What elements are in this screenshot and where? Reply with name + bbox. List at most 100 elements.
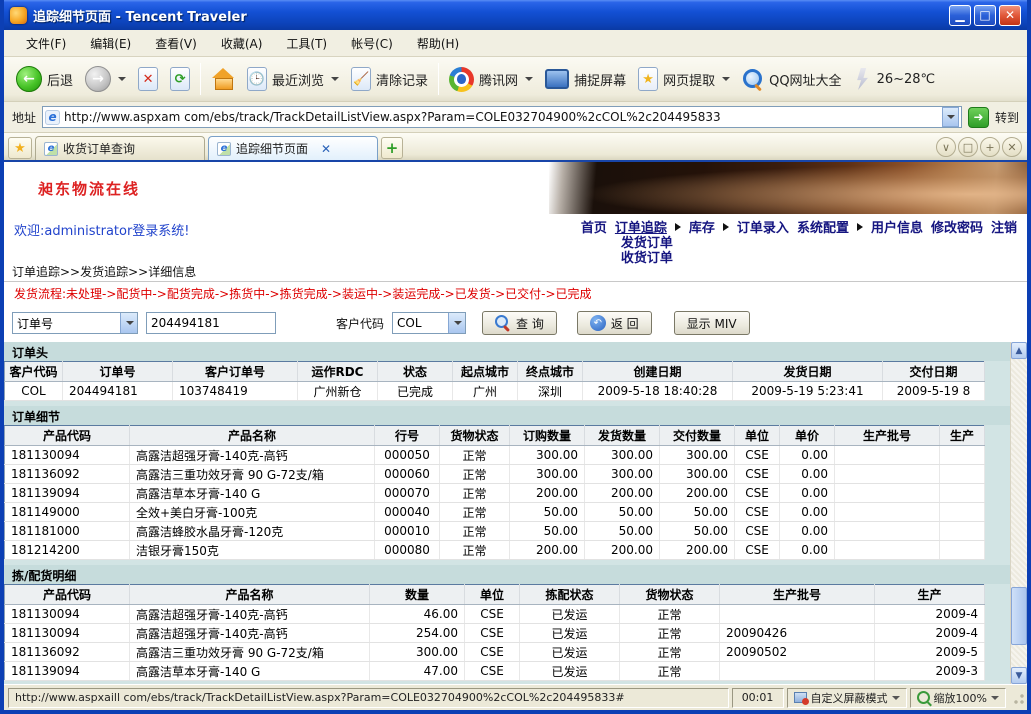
close-button[interactable]: ✕ xyxy=(999,5,1021,26)
tab-list-button[interactable]: ∨ xyxy=(936,137,956,157)
menu-tools[interactable]: 工具(T) xyxy=(274,31,339,56)
pin-button[interactable]: + xyxy=(980,137,1000,157)
app-icon xyxy=(10,7,27,24)
maximize-button[interactable]: □ xyxy=(974,5,996,26)
nav-order-track[interactable]: 订单追踪 xyxy=(615,217,667,236)
search-magnifier-icon xyxy=(742,68,764,90)
forward-button[interactable]: → xyxy=(79,62,132,96)
home-button[interactable] xyxy=(205,64,241,94)
column-header: 产品代码 xyxy=(5,585,130,605)
table-cell xyxy=(940,465,985,484)
menu-edit[interactable]: 编辑(E) xyxy=(78,31,143,56)
tab-label: 收货订单查询 xyxy=(63,140,135,157)
chevron-down-icon[interactable] xyxy=(991,696,999,700)
close-page-button[interactable]: ✕ xyxy=(1002,137,1022,157)
address-input[interactable] xyxy=(64,110,942,124)
go-label: 转到 xyxy=(995,109,1019,126)
nav-change-password[interactable]: 修改密码 xyxy=(931,217,983,236)
nav-system-config[interactable]: 系统配置 xyxy=(797,217,849,236)
menu-view[interactable]: 查看(V) xyxy=(143,31,209,56)
customer-code-select[interactable]: COL xyxy=(392,312,466,334)
order-number-input[interactable] xyxy=(146,312,276,334)
zoom-control[interactable]: 缩放100% xyxy=(910,688,1006,708)
capture-screen-button[interactable]: 捕捉屏幕 xyxy=(539,65,632,93)
extract-dropdown-icon[interactable] xyxy=(722,77,730,81)
qq-site-button[interactable]: 腾讯网 xyxy=(443,63,539,96)
menu-file[interactable]: 文件(F) xyxy=(14,31,78,56)
column-header: 单价 xyxy=(780,426,835,446)
table-cell: 高露洁超强牙膏-140克-高钙 xyxy=(130,446,375,465)
menu-account[interactable]: 帐号(C) xyxy=(339,31,405,56)
nav-logout[interactable]: 注销 xyxy=(991,217,1017,236)
tab-receive-order-query[interactable]: e 收货订单查询 xyxy=(35,136,205,160)
status-bar: http://www.aspxaill com/ebs/track/TrackD… xyxy=(4,684,1027,710)
column-header: 状态 xyxy=(378,362,453,382)
refresh-button[interactable]: ⟳ xyxy=(164,63,196,95)
table-cell: 全效+美白牙膏-100克 xyxy=(130,503,375,522)
vertical-scrollbar[interactable]: ▲ ▼ xyxy=(1010,342,1027,684)
menu-favorites[interactable]: 收藏(A) xyxy=(209,31,275,56)
order-type-select[interactable]: 订单号 xyxy=(12,312,138,334)
minimize-button[interactable]: ▁ xyxy=(949,5,971,26)
restore-window-button[interactable]: □ xyxy=(958,137,978,157)
scroll-track[interactable] xyxy=(1011,359,1027,667)
forward-dropdown-icon[interactable] xyxy=(118,77,126,81)
qq-dropdown-icon[interactable] xyxy=(525,77,533,81)
scroll-thumb[interactable] xyxy=(1011,587,1027,645)
nav-order-entry[interactable]: 订单录入 xyxy=(737,217,789,236)
chevron-down-icon xyxy=(454,321,462,325)
table-cell xyxy=(940,522,985,541)
nav-arrow-icon xyxy=(723,223,729,231)
toolbar-separator xyxy=(200,63,201,95)
return-button[interactable]: ↶ 返 回 xyxy=(577,311,652,335)
table-cell: 2009-4 xyxy=(875,605,985,624)
table-cell: 高露洁草本牙膏-140 G xyxy=(130,484,375,503)
nav-sub-ship-order[interactable]: 发货订单 xyxy=(621,236,1017,251)
recent-button[interactable]: 🕒 最近浏览 xyxy=(241,63,345,95)
chevron-down-icon[interactable] xyxy=(892,696,900,700)
table-cell: 正常 xyxy=(440,522,510,541)
select-dropdown-button[interactable] xyxy=(448,313,465,333)
go-button[interactable]: ➜ xyxy=(968,107,989,128)
menu-help[interactable]: 帮助(H) xyxy=(405,31,471,56)
extract-page-button[interactable]: ★ 网页提取 xyxy=(632,63,736,95)
table-cell: CSE xyxy=(465,643,520,662)
resize-grip[interactable] xyxy=(1011,691,1025,705)
favorites-button[interactable]: ★ xyxy=(8,137,32,159)
recent-dropdown-icon[interactable] xyxy=(331,77,339,81)
browser-window: 追踪细节页面 - Tencent Traveler ▁ □ ✕ 文件(F) 编辑… xyxy=(0,0,1031,714)
new-tab-button[interactable]: + xyxy=(381,137,403,159)
weather-widget[interactable]: 26~28℃ xyxy=(848,64,942,94)
table-cell: 181130094 xyxy=(5,446,130,465)
nav-home[interactable]: 首页 xyxy=(581,217,607,236)
address-dropdown-button[interactable] xyxy=(942,107,959,127)
nav-user-info[interactable]: 用户信息 xyxy=(871,217,923,236)
section-title-order-header: 订单头 xyxy=(4,342,1010,361)
table-cell: 181149000 xyxy=(5,503,130,522)
select-dropdown-button[interactable] xyxy=(120,313,137,333)
clear-icon: 🧹 xyxy=(351,67,371,91)
stop-button[interactable]: ✕ xyxy=(132,63,164,95)
back-button[interactable]: ← 后退 xyxy=(10,62,79,96)
tab-close-icon[interactable]: ✕ xyxy=(321,142,331,156)
tab-track-detail[interactable]: e 追踪细节页面 ✕ xyxy=(208,136,378,160)
welcome-text: 欢迎:administrator登录系统! xyxy=(14,217,190,262)
nav-inventory[interactable]: 库存 xyxy=(689,217,715,236)
status-url: http://www.aspxaill com/ebs/track/TrackD… xyxy=(8,688,729,708)
clear-label: 清除记录 xyxy=(376,70,428,89)
block-mode-control[interactable]: 自定义屏蔽模式 xyxy=(787,688,907,708)
query-button[interactable]: 查 询 xyxy=(482,311,557,335)
scroll-up-icon[interactable]: ▲ xyxy=(1011,342,1027,359)
table-row: 181136092高露洁三重功效牙膏 90 G-72支/箱000060正常300… xyxy=(5,465,985,484)
clear-history-button[interactable]: 🧹 清除记录 xyxy=(345,63,434,95)
scroll-down-icon[interactable]: ▼ xyxy=(1011,667,1027,684)
return-label: 返 回 xyxy=(611,315,639,332)
show-miv-button[interactable]: 显示 MIV xyxy=(674,311,750,335)
table-cell: 181130094 xyxy=(5,605,130,624)
page-icon: e xyxy=(45,110,60,125)
column-header: 货物状态 xyxy=(440,426,510,446)
table-cell: 300.00 xyxy=(510,446,585,465)
table-cell: 200.00 xyxy=(585,541,660,560)
qq-sites-button[interactable]: QQ网址大全 xyxy=(736,64,847,94)
zoom-label: 缩放100% xyxy=(934,690,987,706)
